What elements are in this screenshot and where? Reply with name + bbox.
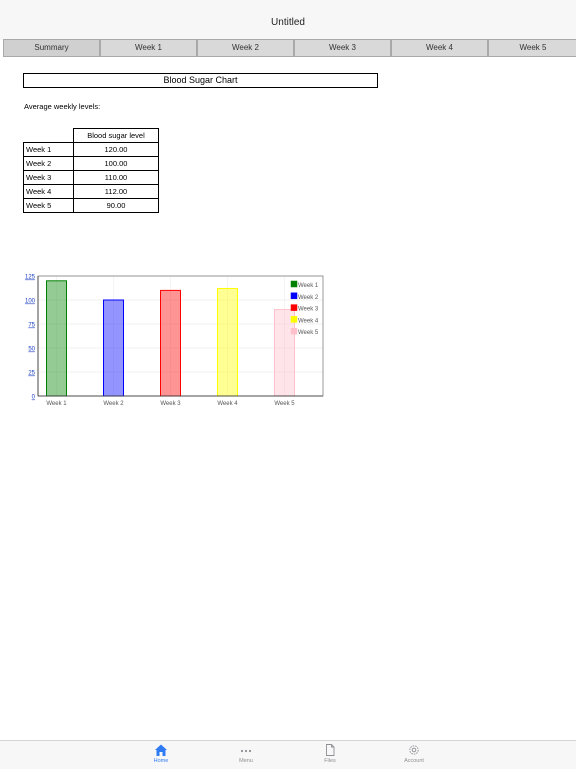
tab-account-label: Account — [404, 758, 424, 764]
window-title-bar: Untitled — [0, 0, 576, 40]
tab-account[interactable]: Account — [394, 743, 434, 764]
table-row-value[interactable]: 110.00 — [73, 170, 159, 185]
table-row-value[interactable]: 100.00 — [73, 156, 159, 171]
tab-home-label: Home — [153, 758, 169, 764]
y-tick-label: 100 — [25, 299, 36, 305]
table-header-cell[interactable]: Blood sugar level — [73, 128, 159, 143]
y-tick-label: 50 — [28, 347, 35, 353]
legend-swatch — [290, 280, 298, 288]
y-tick-label: 0 — [32, 395, 36, 401]
legend-swatch — [290, 304, 298, 311]
tab-week-5[interactable]: Week 5 — [488, 39, 576, 57]
tab-week-2[interactable]: Week 2 — [197, 39, 294, 57]
bar — [46, 280, 67, 397]
table-row-value[interactable]: 112.00 — [73, 184, 159, 199]
tab-home[interactable]: Home — [141, 743, 181, 764]
tab-files[interactable]: Files — [310, 743, 350, 764]
table-row: Week 2 100.00 — [23, 156, 159, 171]
bar-chart[interactable]: 0 25 50 75 100 125 Week 1 Week 2 Week 3 Week 4 Wee… — [18, 270, 338, 415]
legend-swatch — [290, 327, 298, 335]
y-tick-label: 75 — [28, 323, 35, 329]
legend-label: Week 3 — [298, 307, 319, 313]
x-tick-label: Week 1 — [46, 401, 67, 407]
tab-files-label: Files — [324, 758, 336, 764]
table-row-value[interactable]: 90.00 — [73, 198, 159, 213]
window-title: Untitled — [271, 17, 305, 28]
table-row-label[interactable]: Week 5 — [23, 198, 74, 213]
table-header-row: Blood sugar level — [24, 128, 159, 143]
table-row-label[interactable]: Week 1 — [23, 142, 74, 157]
table-row: Week 4 112.00 — [23, 184, 159, 199]
legend-label: Week 4 — [298, 318, 319, 324]
tab-menu-label: Menu — [239, 758, 253, 764]
sheet-tabs: Summary Week 1 Week 2 Week 3 Week 4 Week… — [3, 39, 576, 57]
table-row-value[interactable]: 120.00 — [73, 142, 159, 157]
x-tick-label: Week 5 — [274, 401, 295, 407]
legend-label: Week 5 — [298, 330, 319, 336]
bar — [160, 289, 181, 397]
tab-week-4[interactable]: Week 4 — [391, 39, 488, 57]
table-row-label[interactable]: Week 2 — [23, 156, 74, 171]
bar — [103, 299, 124, 397]
tab-summary[interactable]: Summary — [3, 39, 100, 57]
legend-swatch — [290, 292, 298, 300]
legend-swatch — [290, 316, 298, 323]
x-tick-label: Week 3 — [160, 401, 181, 407]
table-row: Week 5 90.00 — [23, 198, 159, 213]
x-tick-label: Week 2 — [103, 401, 124, 407]
tab-menu[interactable]: Menu — [226, 743, 266, 764]
bar — [217, 287, 238, 397]
tab-week-1[interactable]: Week 1 — [100, 39, 197, 57]
legend-label: Week 1 — [298, 283, 319, 289]
sheet-subtitle[interactable]: Average weekly levels: — [24, 102, 100, 111]
y-tick-label: 125 — [25, 275, 36, 281]
table-row: Week 1 120.00 — [23, 142, 159, 157]
file-icon — [326, 744, 335, 756]
data-table: Blood sugar level Week 1 120.00 Week 2 1… — [23, 128, 159, 213]
sheet-title[interactable]: Blood Sugar Chart — [23, 73, 378, 88]
tab-week-3[interactable]: Week 3 — [294, 39, 391, 57]
home-icon — [155, 744, 167, 756]
table-row-label[interactable]: Week 4 — [23, 184, 74, 199]
table-row-label[interactable]: Week 3 — [23, 170, 74, 185]
bottom-tab-bar: Home Menu Files Account — [0, 740, 576, 769]
x-tick-label: Week 4 — [217, 401, 238, 407]
table-row: Week 3 110.00 — [23, 170, 159, 185]
legend-label: Week 2 — [298, 295, 319, 301]
table-corner-cell[interactable] — [24, 129, 74, 143]
more-icon — [240, 749, 252, 753]
gear-icon — [409, 745, 419, 755]
y-tick-label: 25 — [28, 371, 35, 377]
